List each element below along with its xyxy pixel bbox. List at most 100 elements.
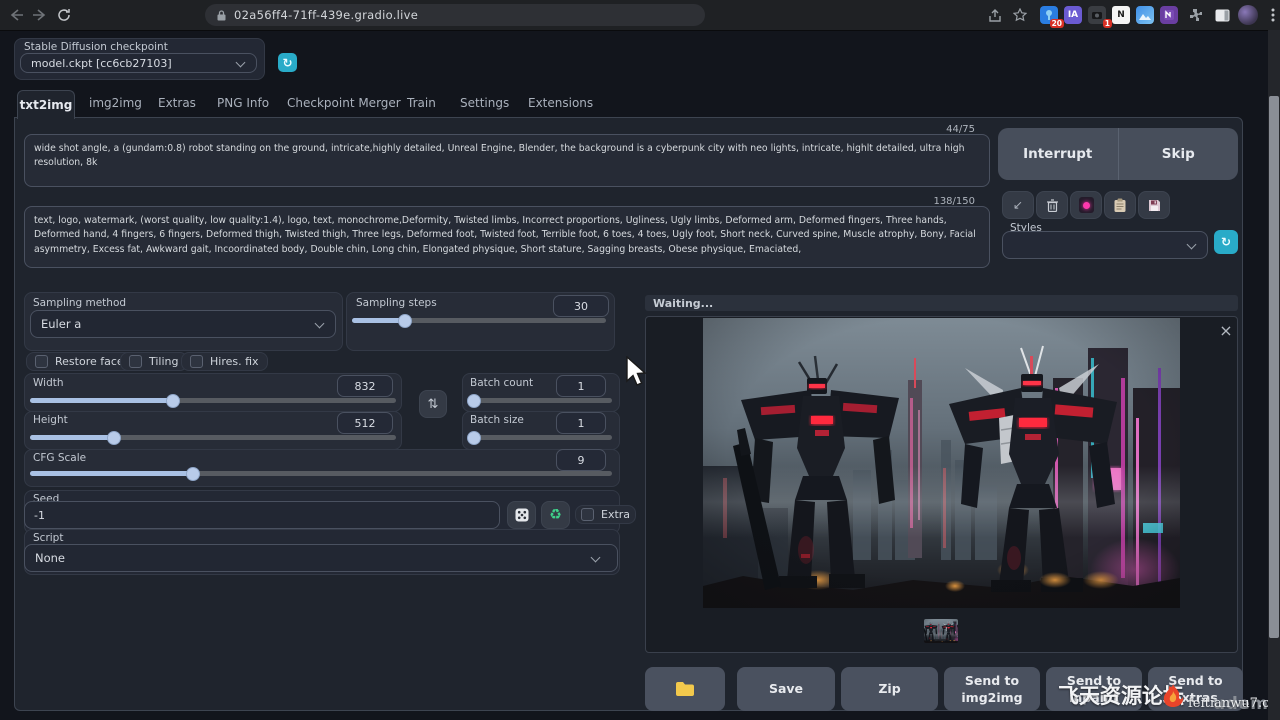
batch-count-slider[interactable] xyxy=(468,398,612,403)
lock-icon xyxy=(217,6,226,25)
apply-styles-button[interactable] xyxy=(1104,191,1136,219)
menu-kebab-icon[interactable] xyxy=(1263,5,1280,25)
batch-size-input[interactable]: 1 xyxy=(556,412,606,434)
styles-select[interactable] xyxy=(1002,231,1208,259)
slider-knob[interactable] xyxy=(186,467,200,481)
tab-img2img[interactable]: img2img xyxy=(89,96,142,110)
checkbox[interactable] xyxy=(190,355,203,368)
recycle-icon: ♻ xyxy=(549,508,562,522)
tab-train[interactable]: Train xyxy=(407,96,436,110)
height-input[interactable]: 512 xyxy=(337,412,393,434)
browser-toolbar: 02a56ff4-71ff-439e.gradio.live 20 IA 1 N xyxy=(0,0,1280,31)
share-icon[interactable] xyxy=(985,5,1005,25)
styles-refresh-button[interactable]: ↻ xyxy=(1214,230,1238,254)
reuse-seed-button[interactable]: ♻ xyxy=(541,501,570,529)
slider-knob[interactable] xyxy=(166,394,180,408)
random-seed-button[interactable] xyxy=(507,501,536,529)
prompt-textarea[interactable]: wide shot angle, a (gundam:0.8) robot st… xyxy=(24,134,990,187)
slider-knob[interactable] xyxy=(107,431,121,445)
seed-input[interactable]: -1 xyxy=(24,501,500,529)
slider-knob[interactable] xyxy=(398,314,412,328)
extra-networks-button[interactable] xyxy=(1070,191,1102,219)
screen: 02a56ff4-71ff-439e.gradio.live 20 IA 1 N xyxy=(0,0,1280,720)
tab-txt2img[interactable]: txt2img xyxy=(17,90,75,119)
gallery-thumbnail[interactable] xyxy=(924,619,958,643)
extension-image-icon[interactable] xyxy=(1136,6,1154,24)
paste-params-button[interactable]: ↙ xyxy=(1002,191,1034,219)
gallery-close-button[interactable]: × xyxy=(1216,320,1236,340)
negative-textarea[interactable]: text, logo, watermark, (worst quality, l… xyxy=(24,206,990,268)
interrupt-button[interactable]: Interrupt xyxy=(998,128,1119,180)
checkpoint-label: Stable Diffusion checkpoint xyxy=(24,41,168,53)
extra-networks-card-icon xyxy=(1079,197,1094,213)
domain-watermark: feitianwu7.com xyxy=(1188,692,1280,711)
extension-ia-icon[interactable]: IA xyxy=(1064,6,1082,24)
clear-prompt-button[interactable] xyxy=(1036,191,1068,219)
checkbox[interactable] xyxy=(129,355,142,368)
save-style-button[interactable] xyxy=(1138,191,1170,219)
tab-extensions[interactable]: Extensions xyxy=(528,96,593,110)
bookmark-star-icon[interactable] xyxy=(1010,5,1030,25)
folder-icon xyxy=(676,682,694,696)
batch-count-label: Batch count xyxy=(470,377,533,389)
url-text: 02a56ff4-71ff-439e.gradio.live xyxy=(234,8,418,22)
zip-button[interactable]: Zip xyxy=(841,667,938,711)
extension-capture-icon[interactable]: 1 xyxy=(1088,6,1106,24)
sampling-method-select[interactable]: Euler a xyxy=(30,310,336,338)
sampling-method-label: Sampling method xyxy=(33,297,126,309)
sampling-steps-slider[interactable] xyxy=(352,318,606,323)
skip-button[interactable]: Skip xyxy=(1119,128,1239,180)
batch-size-label: Batch size xyxy=(470,414,524,426)
checkpoint-refresh-button[interactable]: ↻ xyxy=(278,53,297,72)
clipboard-icon xyxy=(1114,198,1126,213)
forward-icon[interactable] xyxy=(30,5,50,25)
width-input[interactable]: 832 xyxy=(337,375,393,397)
checkpoint-select[interactable]: model.ckpt [cc6cb27103] xyxy=(20,53,257,73)
chevron-down-icon xyxy=(1187,240,1197,250)
swap-arrows-icon: ⇅ xyxy=(428,397,439,412)
width-label: Width xyxy=(33,377,64,389)
send-to-img2img-button[interactable]: Send to img2img xyxy=(944,667,1040,711)
profile-avatar[interactable] xyxy=(1238,5,1258,25)
script-select[interactable]: None xyxy=(24,544,618,572)
generated-image[interactable] xyxy=(703,318,1180,608)
checkbox[interactable] xyxy=(581,508,594,521)
extension-pin-icon[interactable]: 20 xyxy=(1040,6,1058,24)
tab-settings[interactable]: Settings xyxy=(460,96,509,110)
sampling-steps-input[interactable]: 30 xyxy=(553,295,609,317)
script-label: Script xyxy=(33,532,63,544)
swap-dimensions-button[interactable]: ⇅ xyxy=(419,390,447,418)
batch-size-slider[interactable] xyxy=(468,435,612,440)
scrollbar-thumb[interactable] xyxy=(1269,96,1279,638)
back-icon[interactable] xyxy=(6,5,26,25)
tab-png-info[interactable]: PNG Info xyxy=(217,96,269,110)
batch-count-input[interactable]: 1 xyxy=(556,375,606,397)
floppy-icon xyxy=(1148,199,1161,212)
cfg-label: CFG Scale xyxy=(33,452,86,464)
sidebar-toggle-icon[interactable] xyxy=(1212,5,1232,25)
cfg-block xyxy=(24,449,620,487)
save-button[interactable]: Save xyxy=(737,667,835,711)
flame-logo-icon xyxy=(1160,682,1186,712)
tab-checkpoint-merger[interactable]: Checkpoint Merger xyxy=(287,96,401,110)
tiling-checkbox-chip[interactable]: Tiling xyxy=(120,352,188,371)
extension-notion-icon[interactable]: N xyxy=(1112,6,1130,24)
hires-fix-checkbox-chip[interactable]: Hires. fix xyxy=(181,352,268,371)
open-folder-button[interactable] xyxy=(645,667,725,711)
extension-pin-badge: 20 xyxy=(1050,19,1064,28)
checkpoint-value: model.ckpt [cc6cb27103] xyxy=(31,57,172,70)
extension-onenote-icon[interactable] xyxy=(1160,6,1178,24)
slider-knob[interactable] xyxy=(467,431,481,445)
width-slider[interactable] xyxy=(30,398,396,403)
cfg-input[interactable]: 9 xyxy=(556,449,606,471)
address-bar[interactable]: 02a56ff4-71ff-439e.gradio.live xyxy=(205,4,705,26)
chevron-down-icon xyxy=(236,58,246,68)
cfg-slider[interactable] xyxy=(30,471,612,476)
extensions-puzzle-icon[interactable] xyxy=(1186,5,1206,25)
slider-knob[interactable] xyxy=(467,394,481,408)
reload-icon[interactable] xyxy=(54,5,74,25)
checkbox[interactable] xyxy=(35,355,48,368)
extra-seed-checkbox-chip[interactable]: Extra xyxy=(575,505,636,524)
height-slider[interactable] xyxy=(30,435,396,440)
tab-extras[interactable]: Extras xyxy=(158,96,196,110)
